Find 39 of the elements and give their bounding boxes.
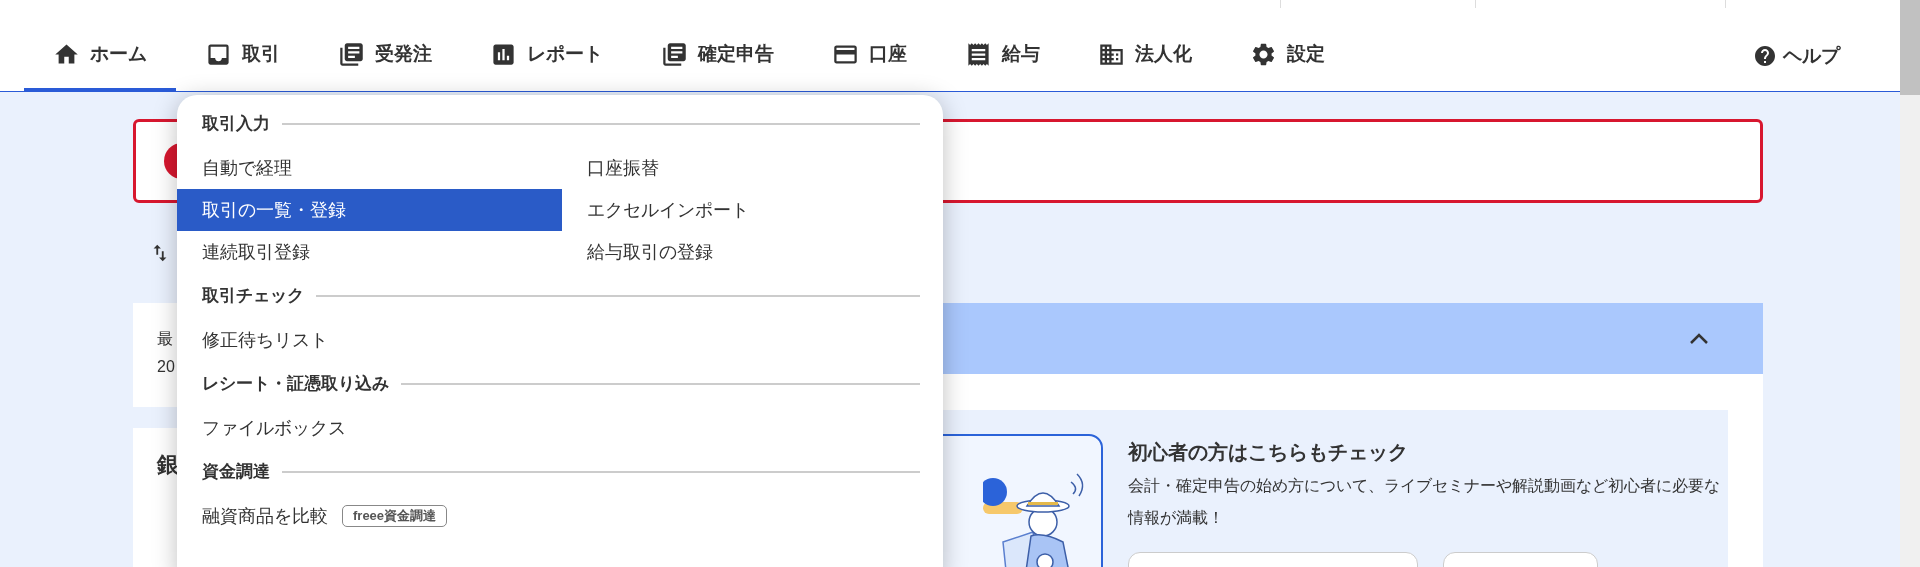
building-icon <box>1098 41 1125 68</box>
nav-tab[interactable]: 設定 <box>1221 21 1354 91</box>
nav-tab[interactable]: 給与 <box>936 21 1069 91</box>
menu-item-tag: freee資金調達 <box>342 505 448 527</box>
nav-tab[interactable]: 受発注 <box>309 21 461 91</box>
help-icon <box>1753 44 1777 68</box>
menu-item-label: 給与取引の登録 <box>587 240 713 264</box>
bank-card-title: 銀 <box>157 452 179 477</box>
settings-icon <box>1250 41 1277 68</box>
nav-tab[interactable]: 確定申告 <box>632 21 803 91</box>
nav-tab[interactable]: 口座 <box>803 21 936 91</box>
receipt-icon <box>965 41 992 68</box>
menu-section-title: レシート・証憑取り込み <box>202 373 389 396</box>
help-link[interactable]: ヘルプ <box>1753 21 1840 91</box>
menu-section-title: 資金調達 <box>202 461 270 484</box>
menu-item-label: 取引の一覧・登録 <box>202 198 346 222</box>
menu-section-title: 取引チェック <box>202 285 304 308</box>
beginner-description: 会計・確定申告の始め方について、ライブセミナーや解説動画など初心者に必要な情報が満載！ <box>1128 476 1721 528</box>
summary-label: 最 <box>157 329 173 349</box>
menu-item[interactable]: 取引の一覧・登録 <box>177 189 562 231</box>
document-list-icon <box>338 41 365 68</box>
beginner-title: 初心者の方はこちらもチェック <box>1128 440 1409 465</box>
menu-item-label: ファイルボックス <box>202 416 346 440</box>
menu-item-label: エクセルインポート <box>587 198 749 222</box>
nav-tab[interactable]: レポート <box>461 21 632 91</box>
nav-tab[interactable]: 取引 <box>176 21 309 91</box>
bar-chart-icon <box>490 41 517 68</box>
menu-item-label: 連続取引登録 <box>202 240 310 264</box>
summary-value: 20 <box>157 357 175 377</box>
inbox-icon <box>205 41 232 68</box>
menu-item-label: 自動で経理 <box>202 156 292 180</box>
document-list-icon <box>661 41 688 68</box>
menu-item-label: 修正待ちリスト <box>202 328 328 352</box>
chevron-up-icon <box>1690 333 1708 344</box>
menu-section-title: 取引入力 <box>202 113 270 136</box>
menu-item-label: 融資商品を比較 <box>202 504 328 528</box>
nav-tab[interactable]: 法人化 <box>1069 21 1221 91</box>
menu-item-label: 口座振替 <box>587 156 659 180</box>
scrollbar-thumb[interactable] <box>1900 0 1920 95</box>
